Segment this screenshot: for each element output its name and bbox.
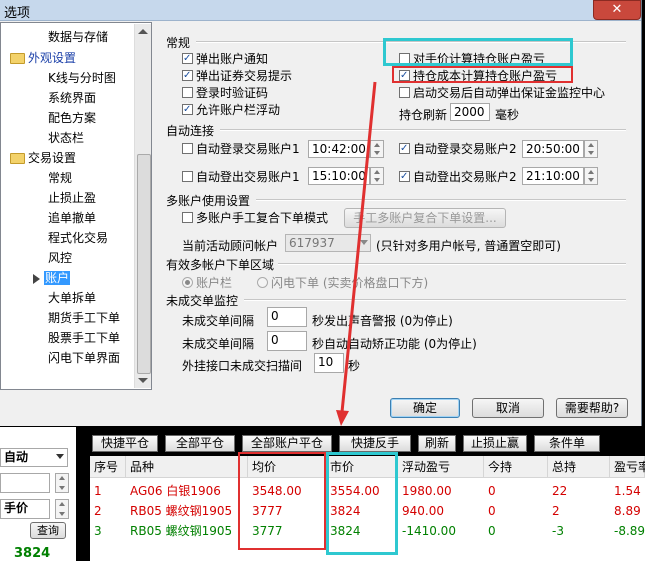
- annotation-arrow: [336, 81, 377, 426]
